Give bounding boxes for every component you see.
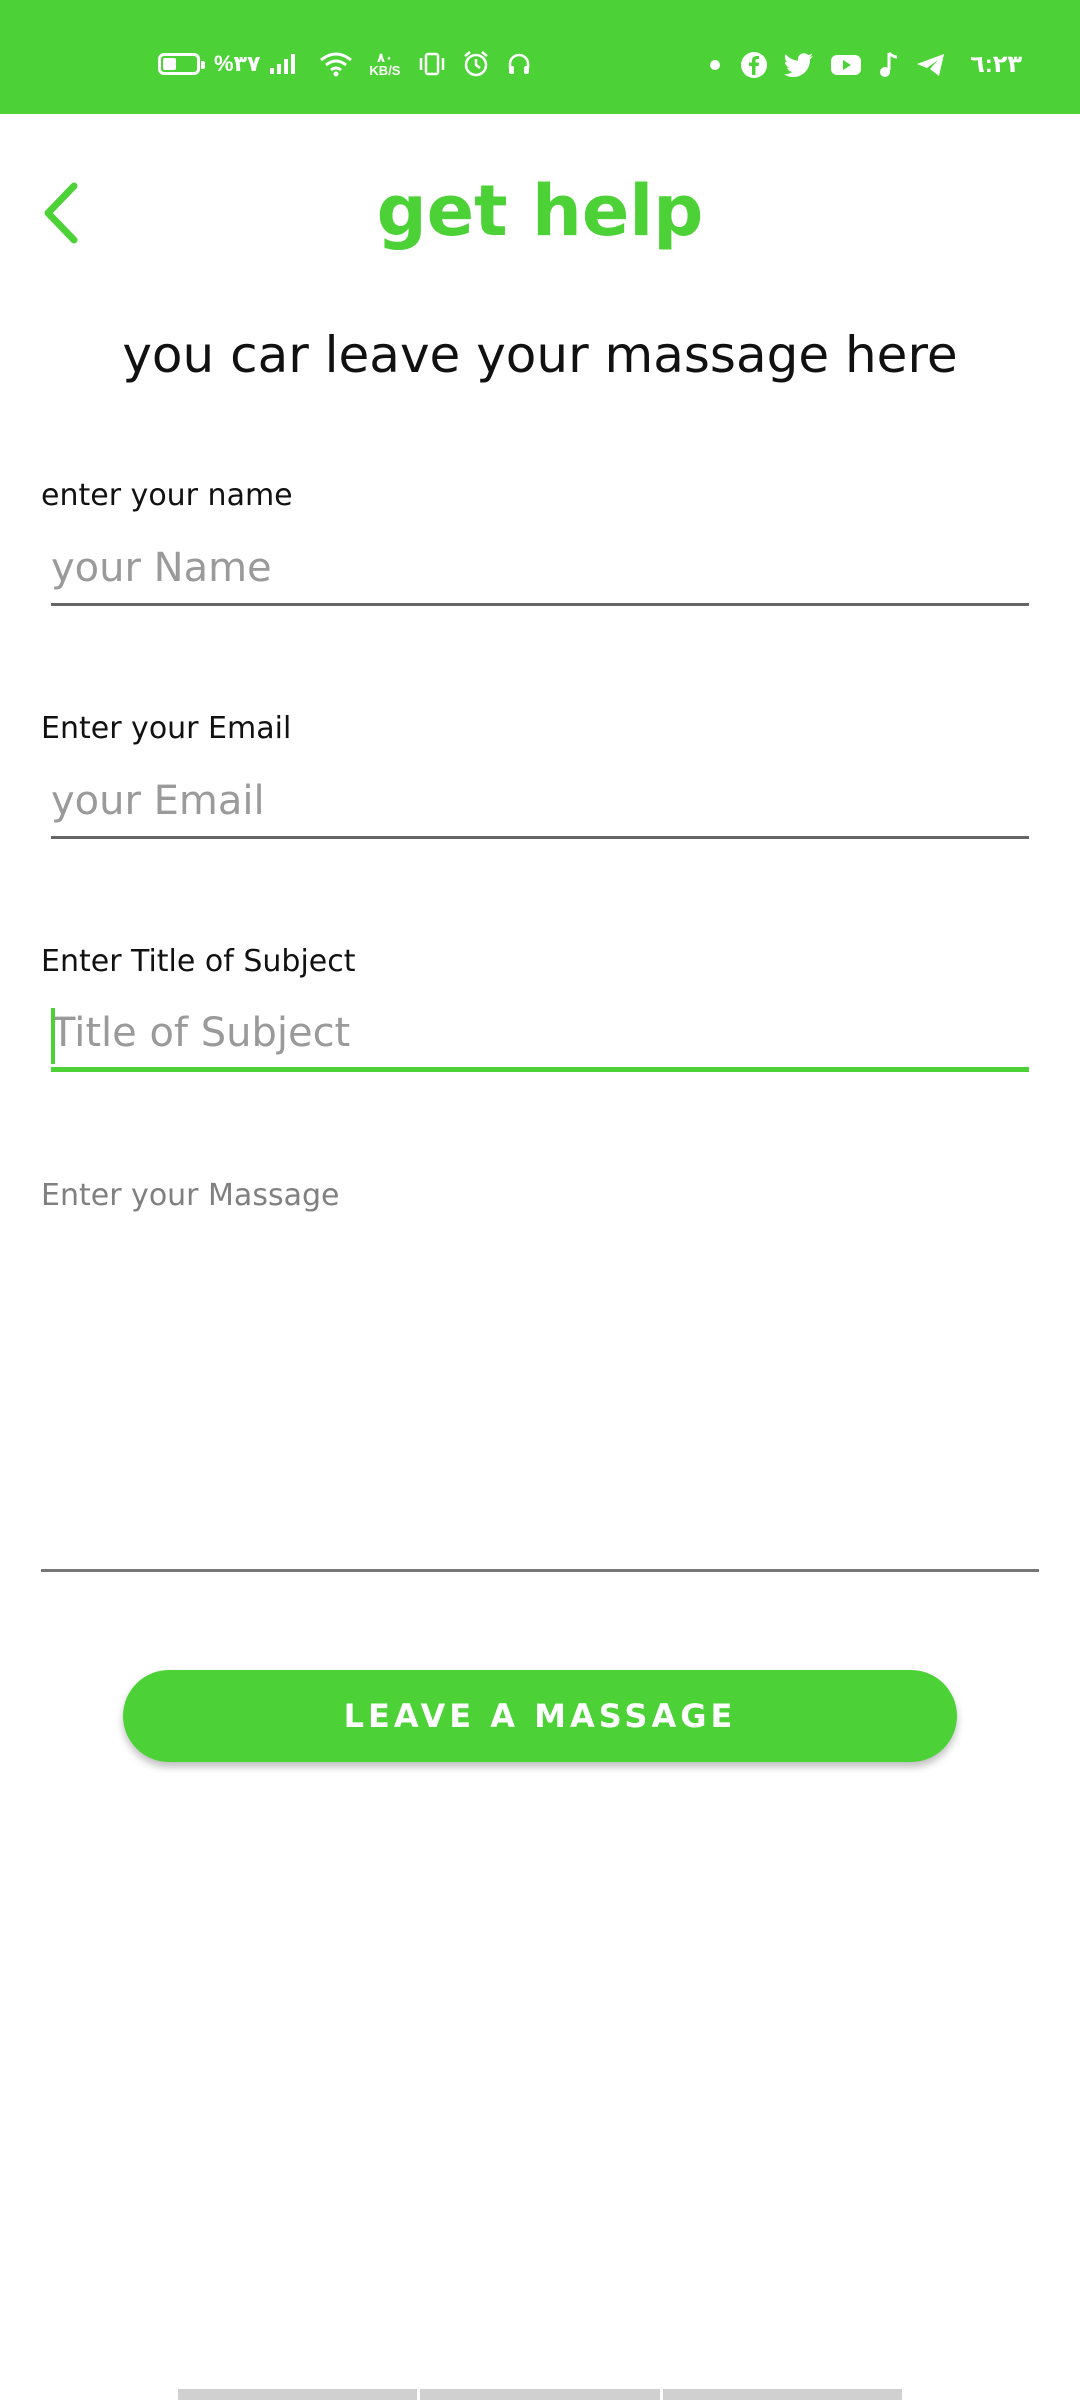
subject-input[interactable] xyxy=(51,998,1029,1072)
wifi-icon xyxy=(319,51,353,77)
vibrate-icon xyxy=(418,51,446,77)
leave-message-button[interactable]: LEAVE A MASSAGE xyxy=(123,1670,957,1762)
notification-dot-icon xyxy=(710,59,721,70)
battery-percent: %۳۷ xyxy=(214,51,261,76)
facebook-icon xyxy=(740,51,768,79)
youtube-icon xyxy=(830,53,862,77)
battery-icon xyxy=(158,53,205,75)
page-title: get help xyxy=(376,170,704,252)
name-input[interactable] xyxy=(51,532,1029,606)
name-label: enter your name xyxy=(41,478,293,513)
page-subtitle: you car leave your massage here xyxy=(122,326,958,384)
twitter-icon xyxy=(784,52,814,78)
network-speed-unit: KB/S xyxy=(369,63,401,78)
navigation-handle[interactable] xyxy=(178,2389,902,2400)
email-input[interactable] xyxy=(51,765,1029,839)
status-time: ٦:٢٣ xyxy=(970,51,1022,78)
status-right-group: ٦:٢٣ xyxy=(710,50,1022,79)
signal-icon xyxy=(270,54,296,74)
status-bar: %۳۷ ۸٠ KB/S ٦:٢٣ xyxy=(0,0,1080,114)
message-textarea[interactable] xyxy=(41,1230,1039,1572)
alarm-icon xyxy=(462,50,490,78)
subject-label: Enter Title of Subject xyxy=(41,944,356,979)
music-icon xyxy=(878,51,900,79)
email-label: Enter your Email xyxy=(41,711,292,746)
telegram-icon xyxy=(916,52,946,78)
message-label: Enter your Massage xyxy=(41,1178,340,1213)
text-cursor xyxy=(51,1008,55,1064)
headphones-icon xyxy=(506,51,532,77)
network-speed: ۸٠ KB/S xyxy=(369,51,400,77)
status-left-group: %۳۷ ۸٠ KB/S xyxy=(158,50,548,78)
